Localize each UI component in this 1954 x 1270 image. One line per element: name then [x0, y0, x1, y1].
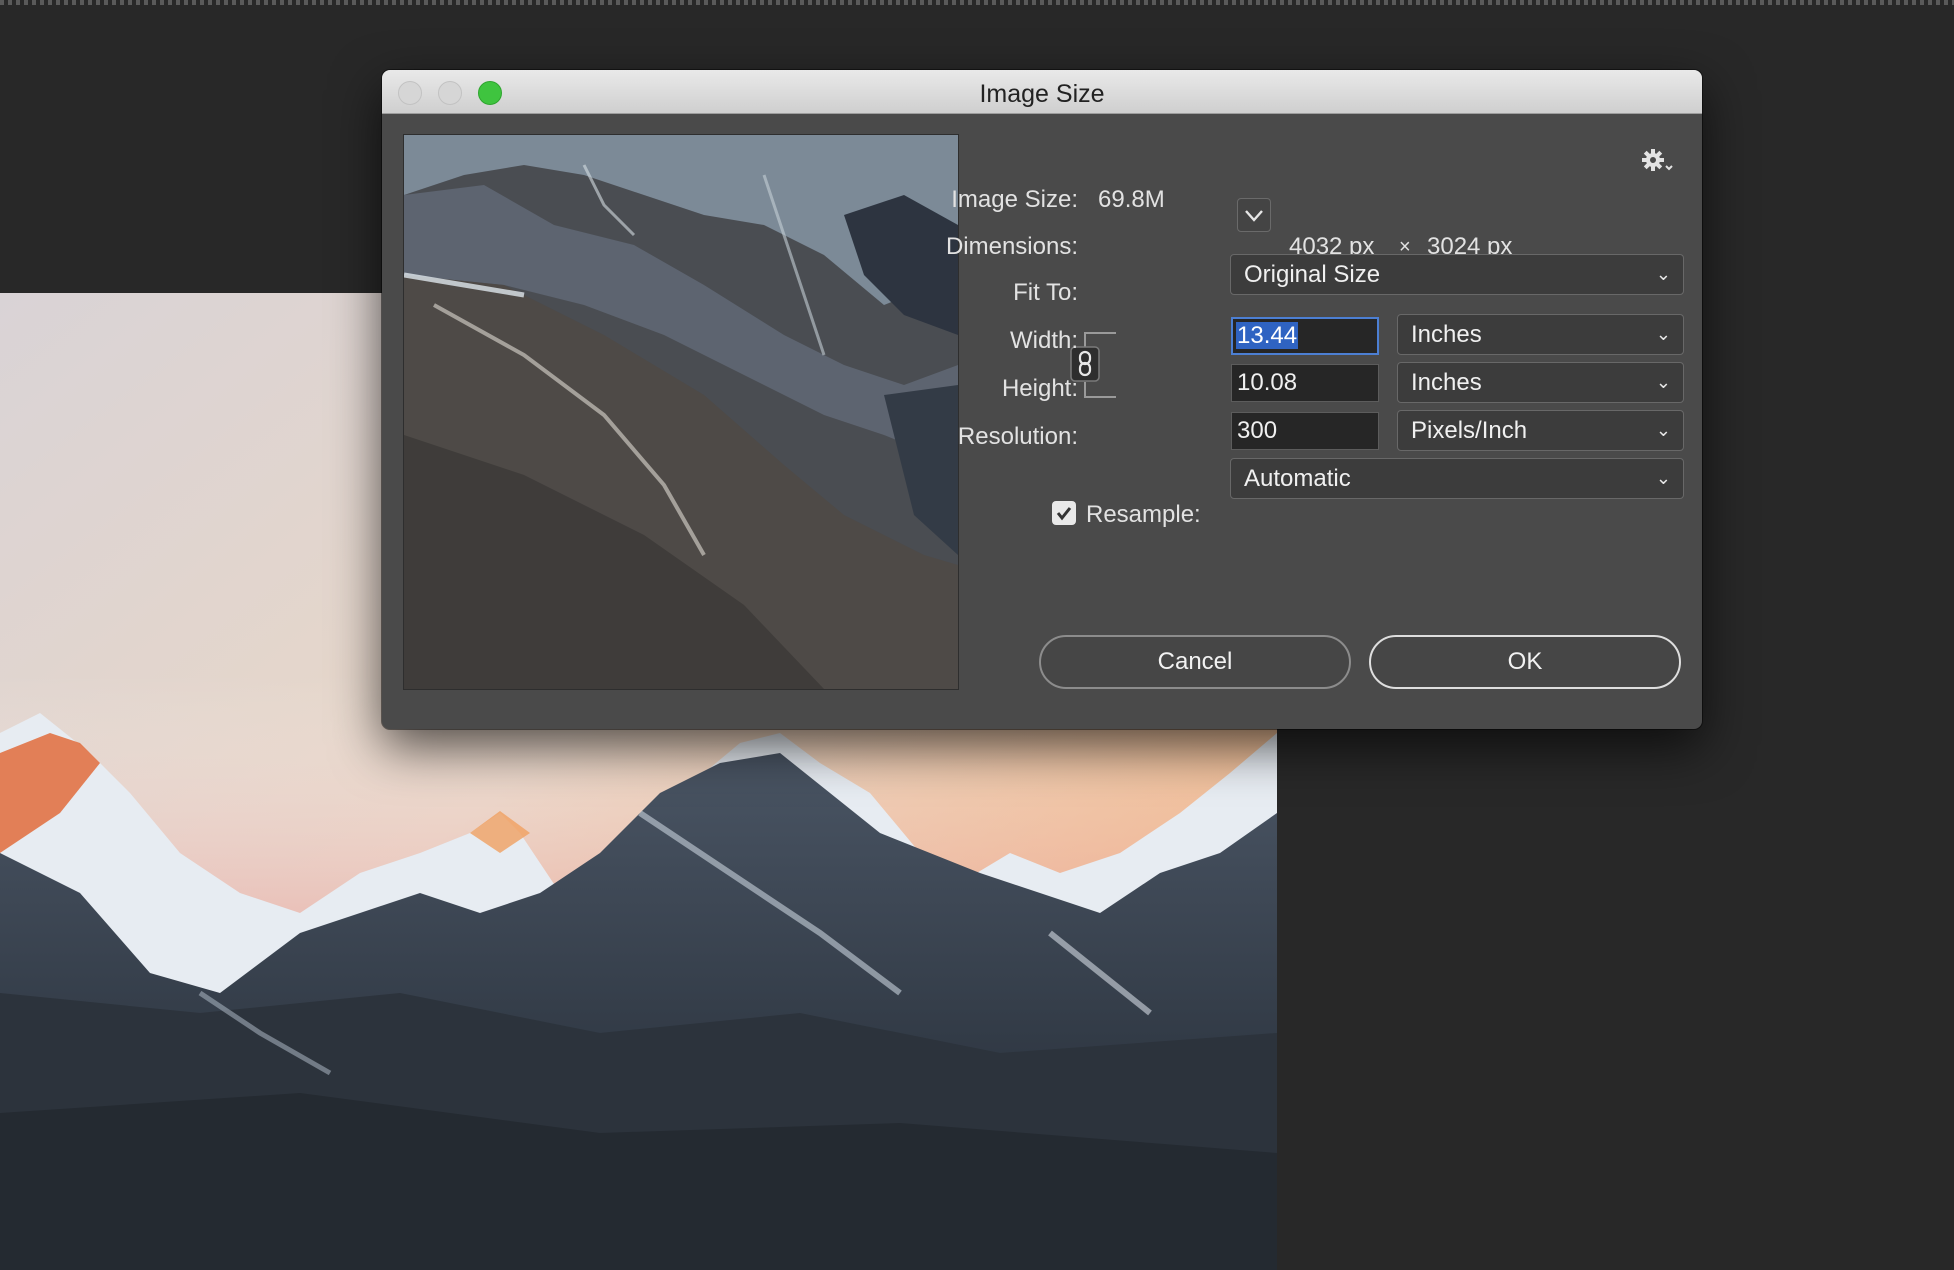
fit-to-dropdown[interactable]: Original Size ⌄ [1230, 254, 1684, 295]
fit-to-label: Fit To: [1013, 279, 1078, 306]
dialog-title: Image Size [979, 80, 1105, 108]
checkmark-icon [1056, 507, 1072, 521]
resolution-input[interactable]: 300 [1231, 412, 1379, 450]
height-unit-dropdown[interactable]: Inches ⌄ [1397, 362, 1684, 403]
image-size-dialog: Image Size Image Size: 69.8M Dimensions:… [382, 70, 1702, 729]
cancel-button[interactable]: Cancel [1039, 635, 1351, 689]
dimensions-label: Dimensions: [945, 233, 1078, 260]
resample-label: Resample: [1086, 501, 1201, 528]
chevron-down-icon: ⌄ [1655, 264, 1671, 284]
chevron-down-icon: ⌄ [1655, 324, 1671, 344]
chevron-down-icon: ⌄ [1655, 420, 1671, 440]
ok-button[interactable]: OK [1369, 635, 1681, 689]
width-input-value: 13.44 [1236, 322, 1299, 349]
width-input[interactable]: 13.44 [1231, 317, 1379, 355]
height-input-value: 10.08 [1237, 369, 1298, 396]
dimensions-units-button[interactable] [1237, 198, 1271, 232]
resolution-label: Resolution: [957, 423, 1078, 450]
resolution-input-value: 300 [1237, 417, 1278, 444]
image-preview[interactable] [403, 134, 959, 690]
resolution-unit-dropdown[interactable]: Pixels/Inch ⌄ [1397, 410, 1684, 451]
width-unit-value: Inches [1411, 321, 1482, 348]
resample-dropdown-value: Automatic [1244, 465, 1351, 492]
height-unit-value: Inches [1411, 369, 1482, 396]
link-bracket-bottom [1084, 382, 1116, 398]
fit-to-dropdown-value: Original Size [1244, 261, 1381, 288]
chevron-down-icon: ⌄ [1655, 468, 1671, 488]
width-unit-dropdown[interactable]: Inches ⌄ [1397, 314, 1684, 355]
dialog-titlebar[interactable]: Image Size [382, 70, 1702, 114]
image-size-value: 69.8M [1098, 186, 1165, 213]
chevron-down-icon: ⌄ [1655, 372, 1671, 392]
chevron-down-icon [1245, 210, 1263, 222]
height-label: Height: [1001, 375, 1078, 402]
height-input[interactable]: 10.08 [1231, 364, 1379, 402]
resample-checkbox[interactable] [1052, 501, 1076, 525]
width-label: Width: [1009, 327, 1078, 354]
resample-dropdown[interactable]: Automatic ⌄ [1230, 458, 1684, 499]
resolution-unit-value: Pixels/Inch [1411, 417, 1528, 444]
image-size-label: Image Size: [951, 186, 1078, 213]
gear-icon[interactable] [1641, 148, 1681, 176]
